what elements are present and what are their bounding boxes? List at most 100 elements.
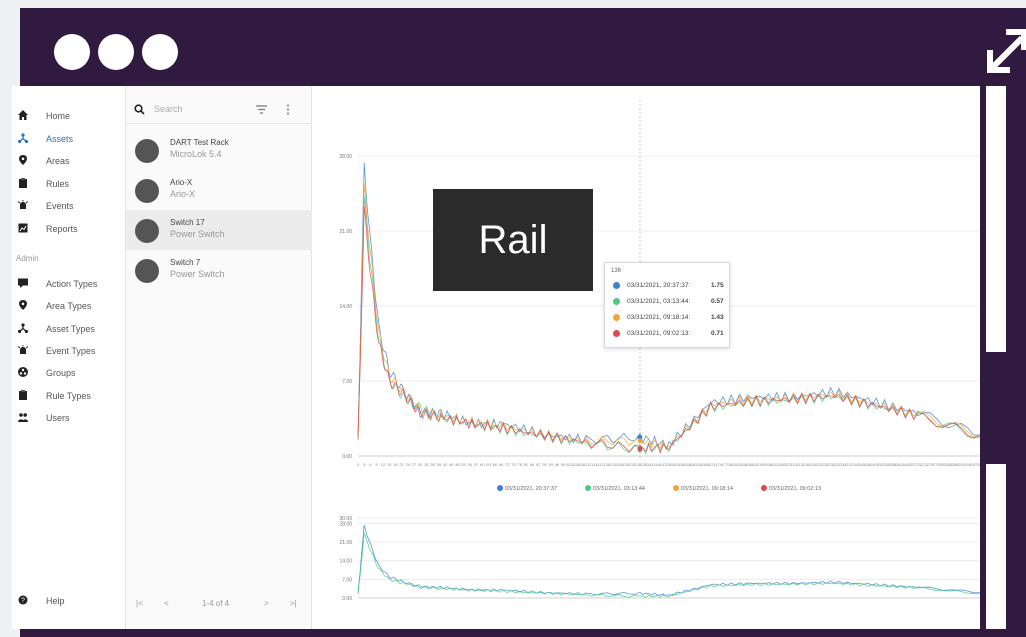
sidebar-item-area-types[interactable]: Area Types bbox=[12, 296, 126, 316]
x-tick-label: 90 bbox=[542, 462, 547, 467]
sidebar-item-rule-types[interactable]: Rule Types bbox=[12, 386, 126, 406]
y-tick-label: 28.00 bbox=[339, 154, 352, 160]
x-tick-label: 63 bbox=[486, 462, 491, 467]
sidebar-item-label: Action Types bbox=[46, 279, 98, 289]
y-tick-label: 28.00 bbox=[339, 521, 352, 527]
help-icon: ? bbox=[18, 595, 28, 605]
admin-heading: Admin bbox=[16, 254, 39, 263]
tooltip-timestamp: 03/31/2021, 09:18:14: bbox=[627, 314, 691, 321]
chart-legend: 03/31/2021, 20:37:37 03/31/2021, 03:13:44… bbox=[497, 485, 821, 492]
legend-swatch bbox=[585, 485, 591, 491]
tooltip-value: 1.43 bbox=[711, 314, 724, 321]
sidebar-item-label: Users bbox=[46, 412, 70, 423]
x-tick-label: 96 bbox=[555, 462, 560, 467]
sidebar-item-users[interactable]: Users bbox=[12, 408, 126, 428]
sidebar-item-reports[interactable]: Reports bbox=[12, 219, 126, 239]
alarm-icon bbox=[18, 200, 28, 209]
legend-swatch bbox=[497, 485, 503, 491]
search-icon bbox=[134, 104, 145, 115]
sidebar-item-groups[interactable]: Groups bbox=[12, 363, 126, 383]
sidebar-item-areas[interactable]: Areas bbox=[12, 151, 126, 171]
asset-name: Switch 7 bbox=[170, 258, 201, 267]
sidebar-item-help[interactable]: ? Help bbox=[12, 591, 126, 611]
x-tick-label: 66 bbox=[493, 462, 498, 467]
users-icon bbox=[18, 412, 28, 422]
asset-list-panel: Search DART Test Rack MicroLok 5.4 Ario-X A… bbox=[126, 86, 312, 629]
home-icon bbox=[18, 110, 28, 120]
map-pin-icon bbox=[19, 300, 27, 311]
more-vertical-icon[interactable] bbox=[286, 104, 290, 115]
asset-tree-icon bbox=[18, 322, 28, 333]
sidebar-item-event-types[interactable]: Event Types bbox=[12, 341, 126, 361]
rail-overlay-label: Rail bbox=[433, 189, 593, 291]
x-tick-label: 93 bbox=[549, 462, 554, 467]
x-tick-label: 72 bbox=[505, 462, 510, 467]
sidebar-item-asset-types[interactable]: Asset Types bbox=[12, 319, 126, 339]
asset-list-item[interactable]: Switch 17 Power Switch bbox=[126, 210, 312, 250]
right-panel-dark-block bbox=[980, 352, 1006, 464]
overview-line-chart[interactable]: 0.00 7.00 14.00 21.00 28.0030.00 bbox=[324, 510, 980, 610]
sidebar-item-label: Events bbox=[46, 201, 74, 211]
x-tick-label: 54 bbox=[468, 462, 473, 467]
sidebar-item-events[interactable]: Events bbox=[12, 196, 126, 216]
window-maximize-dot[interactable] bbox=[142, 34, 178, 70]
x-tick-label: 45 bbox=[449, 462, 454, 467]
clipboard-icon bbox=[19, 389, 27, 400]
asset-name: Ario-X bbox=[170, 178, 193, 187]
series-color-dot bbox=[613, 330, 620, 337]
asset-avatar bbox=[135, 139, 159, 163]
chart-area: 0.00 7.00 14.00 21.00 28.00 0 3 6 9 12 15 18 21 24 27 3… bbox=[324, 100, 980, 610]
last-page-icon[interactable]: >| bbox=[290, 599, 297, 608]
x-tick-label: 21 bbox=[399, 462, 404, 467]
asset-avatar bbox=[135, 259, 159, 283]
asset-type: MicroLok 5.4 bbox=[170, 149, 222, 159]
asset-search-bar[interactable]: Search bbox=[126, 98, 312, 124]
sidebar-item-rules[interactable]: Rules bbox=[12, 174, 126, 194]
sidebar-item-label: Reports bbox=[46, 223, 78, 234]
series-line bbox=[357, 531, 980, 598]
first-page-icon[interactable]: |< bbox=[136, 599, 143, 608]
series-color-dot bbox=[613, 314, 620, 321]
x-tick-label: 27 bbox=[412, 462, 417, 467]
x-tick-label: 39 bbox=[437, 462, 442, 467]
next-page-icon[interactable]: > bbox=[264, 599, 269, 608]
groups-icon bbox=[18, 367, 28, 378]
expand-diagonal-icon[interactable] bbox=[986, 26, 1026, 74]
tooltip-value: 0.57 bbox=[711, 298, 724, 305]
highlight-point bbox=[637, 438, 643, 444]
sidebar-item-label: Areas bbox=[46, 156, 70, 166]
sidebar-item-label: Area Types bbox=[46, 301, 92, 312]
x-tick-label: 42 bbox=[443, 462, 448, 467]
asset-list-item[interactable]: Switch 7 Power Switch bbox=[126, 250, 312, 290]
x-tick-label: 51 bbox=[462, 462, 467, 467]
prev-page-icon[interactable]: < bbox=[164, 599, 169, 608]
legend-swatch bbox=[761, 485, 767, 491]
alarm-icon bbox=[18, 344, 28, 354]
y-tick-label: 14.00 bbox=[339, 559, 352, 565]
asset-list-item[interactable]: DART Test Rack MicroLok 5.4 bbox=[126, 130, 312, 170]
sidebar-item-action-types[interactable]: Action Types bbox=[12, 274, 126, 294]
search-input[interactable]: Search bbox=[154, 104, 183, 114]
legend-label: 03/31/2021, 03:13:44 bbox=[593, 486, 645, 492]
tooltip-timestamp: 03/31/2021, 09:02:13: bbox=[627, 330, 691, 337]
window-minimize-dot[interactable] bbox=[98, 34, 134, 70]
asset-avatar bbox=[135, 179, 159, 203]
x-tick-label: 84 bbox=[530, 462, 535, 467]
y-tick-label: 0.00 bbox=[342, 596, 352, 602]
x-tick-label: 60 bbox=[480, 462, 485, 467]
asset-name: DART Test Rack bbox=[170, 138, 229, 147]
filter-icon[interactable] bbox=[256, 105, 267, 114]
x-tick-label: 87 bbox=[536, 462, 541, 467]
x-tick-label: 57 bbox=[474, 462, 479, 467]
sidebar-item-label: Rules bbox=[46, 178, 70, 189]
asset-list-item[interactable]: Ario-X Ario-X bbox=[126, 170, 312, 210]
tooltip-row: 03/31/2021, 03:13:44: 0.57 bbox=[613, 297, 731, 309]
tooltip-value: 1.75 bbox=[711, 282, 724, 289]
sidebar-item-assets[interactable]: Assets bbox=[12, 129, 126, 149]
tooltip-row: 03/31/2021, 09:02:13: 0.71 bbox=[613, 329, 731, 341]
sidebar-item-home[interactable]: Home bbox=[12, 106, 126, 126]
y-tick-label: 30.00 bbox=[339, 516, 352, 522]
window-close-dot[interactable] bbox=[54, 34, 90, 70]
x-tick-label: 75 bbox=[511, 462, 516, 467]
legend-label: 03/31/2021, 09:02:13 bbox=[769, 486, 821, 492]
